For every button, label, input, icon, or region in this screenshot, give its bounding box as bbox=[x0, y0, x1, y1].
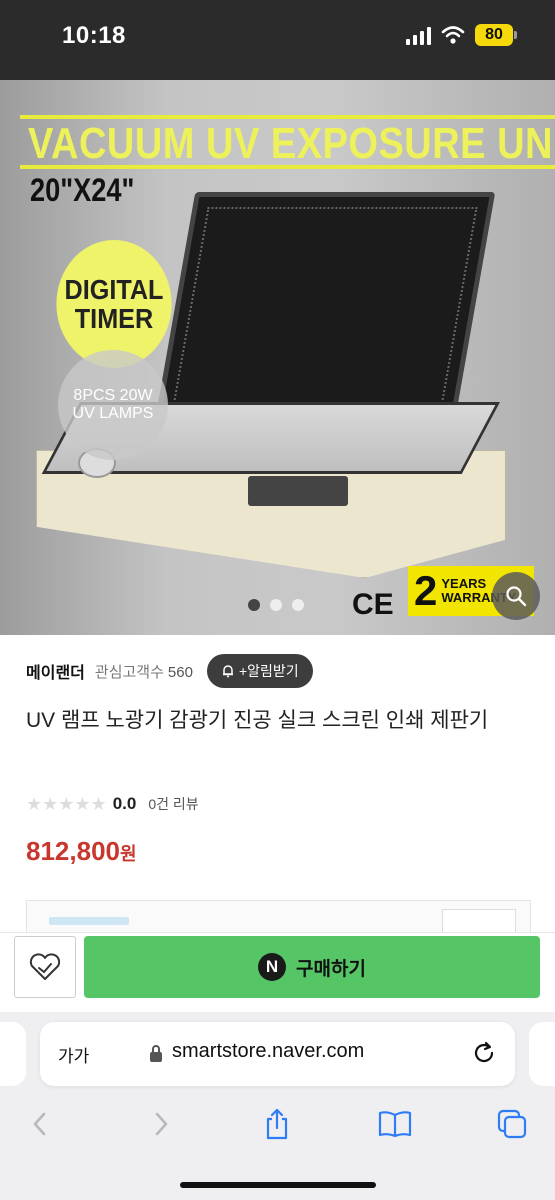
ce-mark: CE bbox=[352, 588, 394, 621]
wifi-icon bbox=[441, 26, 465, 44]
forward-button[interactable] bbox=[141, 1104, 181, 1144]
carousel-dot[interactable] bbox=[248, 599, 260, 611]
wishlist-button[interactable] bbox=[14, 936, 76, 998]
notify-label: +알림받기 bbox=[238, 663, 299, 679]
battery-icon: 80 bbox=[475, 24, 517, 46]
price: 812,800원 bbox=[26, 836, 137, 867]
digital-timer-badge: DIGITAL TIMER bbox=[56, 240, 172, 368]
tabs-button[interactable] bbox=[492, 1104, 532, 1144]
browser-toolbar bbox=[0, 1104, 555, 1144]
notify-button[interactable]: +알림받기 bbox=[206, 654, 313, 688]
share-icon bbox=[266, 1108, 288, 1140]
carousel-dot[interactable] bbox=[292, 599, 304, 611]
text-size-button[interactable]: 가가 bbox=[58, 1042, 89, 1067]
naver-n-icon: N bbox=[258, 953, 287, 981]
home-indicator bbox=[180, 1182, 376, 1188]
uv-lamps-badge: 8PCS 20W UV LAMPS bbox=[58, 350, 168, 460]
rating-row: ★★★★★ 0.0 0건 리뷰 bbox=[26, 792, 199, 816]
followers: 관심고객수 560 bbox=[94, 663, 193, 681]
rating-value: 0.0 bbox=[112, 794, 137, 813]
tabs-icon bbox=[497, 1109, 527, 1139]
reload-icon[interactable] bbox=[471, 1040, 497, 1066]
status-bar: 10:18 80 bbox=[0, 0, 555, 80]
address-bar[interactable]: 가가 smartstore.naver.com bbox=[40, 1022, 515, 1086]
bookmarks-icon bbox=[378, 1111, 412, 1138]
followers-count: 560 bbox=[167, 663, 193, 681]
buy-label: 구매하기 bbox=[296, 958, 366, 980]
product-title: UV 램프 노광기 감광기 진공 실크 스크린 인쇄 제판기 bbox=[26, 709, 489, 732]
product-image-carousel[interactable]: VACUUM UV EXPOSURE UNIT 20"X24" DIGITAL … bbox=[0, 80, 555, 635]
back-button[interactable] bbox=[20, 1104, 60, 1144]
star-rating-icon: ★★★★★ bbox=[26, 793, 107, 814]
previous-tab-peek[interactable] bbox=[0, 1022, 26, 1086]
zoom-icon bbox=[506, 586, 527, 607]
url-text[interactable]: smartstore.naver.com bbox=[172, 1040, 364, 1063]
price-unit: 원 bbox=[119, 844, 137, 864]
zoom-button[interactable] bbox=[492, 572, 540, 620]
bell-icon bbox=[222, 665, 233, 678]
forward-icon bbox=[155, 1112, 168, 1136]
price-amount: 812,800 bbox=[26, 836, 120, 866]
battery-level: 80 bbox=[475, 24, 513, 46]
status-icons: 80 bbox=[406, 24, 517, 46]
lock-icon bbox=[150, 1045, 162, 1062]
heart-icon bbox=[29, 953, 61, 980]
purchase-bar: N 구매하기 bbox=[0, 932, 555, 1012]
store-name[interactable]: 메이랜더 bbox=[26, 659, 85, 683]
share-button[interactable] bbox=[257, 1104, 297, 1144]
back-icon bbox=[33, 1112, 46, 1136]
image-headline: VACUUM UV EXPOSURE UNIT bbox=[28, 120, 555, 169]
buy-button[interactable]: N 구매하기 bbox=[84, 936, 540, 998]
cellular-signal-icon bbox=[406, 25, 431, 45]
machine-panel-illustration bbox=[248, 476, 348, 506]
status-time: 10:18 bbox=[62, 22, 126, 49]
image-size-label: 20"X24" bbox=[30, 172, 135, 208]
carousel-dot[interactable] bbox=[270, 599, 282, 611]
bookmarks-button[interactable] bbox=[375, 1104, 415, 1144]
browser-chrome: 가가 smartstore.naver.com bbox=[0, 1012, 555, 1200]
next-tab-peek[interactable] bbox=[529, 1022, 555, 1086]
machine-lid-illustration bbox=[154, 192, 496, 422]
review-count[interactable]: 0건 리뷰 bbox=[148, 794, 198, 814]
carousel-dots bbox=[248, 599, 304, 611]
store-row: 메이랜더 관심고객수 560 +알림받기 bbox=[26, 654, 313, 688]
